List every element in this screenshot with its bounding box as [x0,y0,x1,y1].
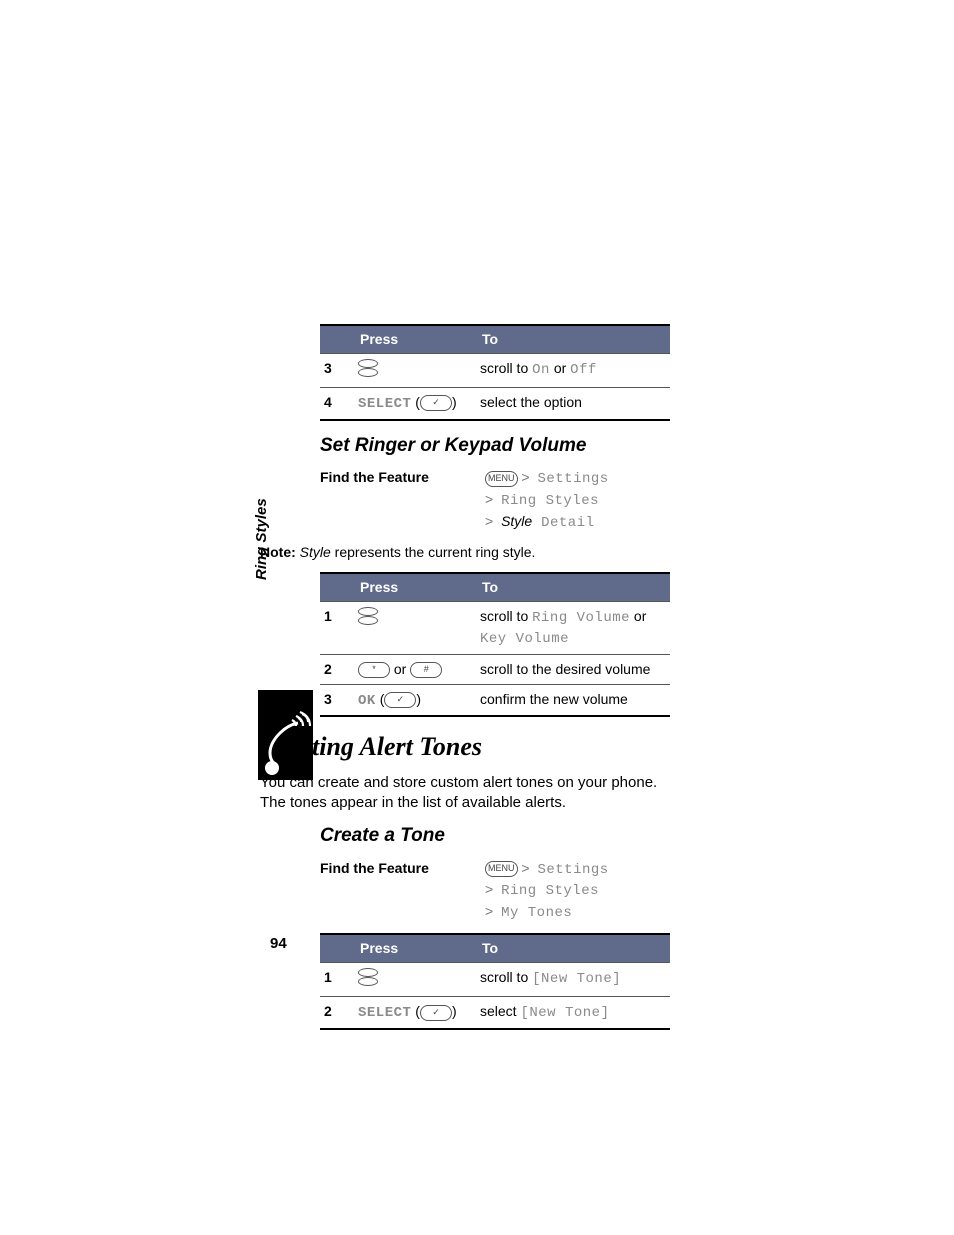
step-text: scroll to [480,360,532,376]
step-text: confirm the new volume [476,684,670,716]
scroll-icon [358,359,376,377]
ui-text: On [532,362,550,378]
step-text: select the option [476,387,670,419]
find-the-feature: Find the Feature MENU > Settings > Ring … [320,859,670,924]
steps-table-1: Press To 3 scroll to On or Off 4 SELECT [320,324,670,421]
find-the-feature: Find the Feature MENU > Settings > Ring … [320,468,670,533]
table-row: 4 SELECT (✓) select the option [320,387,670,419]
col-to: To [476,325,670,353]
table-row: 3 scroll to On or Off [320,353,670,387]
scroll-icon [358,607,376,625]
table-row: 3 OK (✓) confirm the new volume [320,684,670,716]
ui-text: [New Tone] [520,1005,609,1021]
col-press: Press [354,934,476,962]
col-to: To [476,934,670,962]
ui-text: Ring Volume [532,610,630,626]
softkey-icon: ✓ [420,1005,452,1021]
ui-text: Ring Styles [501,883,599,899]
style-placeholder: Style [501,513,532,529]
note-paragraph: Note: Style represents the current ring … [320,543,670,562]
ui-text: Off [570,362,597,378]
menu-key-icon: MENU [485,471,518,487]
ui-text: Ring Styles [501,493,599,509]
find-the-feature-label: Find the Feature [320,468,485,533]
side-tab-label: Ring Styles [253,498,270,580]
section-heading: Creating Alert Tones [260,729,670,764]
col-press: Press [354,573,476,601]
subsection-heading: Set Ringer or Keypad Volume [320,433,670,459]
softkey-icon: ✓ [384,692,416,708]
ui-text: Detail [532,515,594,531]
menu-key-icon: MENU [485,861,518,877]
col-to: To [476,573,670,601]
star-key-icon: * [358,662,390,678]
softkey-icon: ✓ [420,395,452,411]
table-row: 1 scroll to [New Tone] [320,963,670,997]
select-key-label: SELECT [358,396,411,412]
find-the-feature-label: Find the Feature [320,859,485,924]
steps-table-2: Press To 1 scroll to Ring Volume or Key … [320,572,670,717]
step-text: select [480,1003,520,1019]
select-key-label: SELECT [358,1005,411,1021]
ui-text: My Tones [501,905,572,921]
subsection-heading: Create a Tone [320,823,670,849]
table-row: 2 * or # scroll to the desired volume [320,654,670,684]
hash-key-icon: # [410,662,442,678]
ui-text: Key Volume [480,631,569,647]
step-text: scroll to [480,608,532,624]
table-row: 1 scroll to Ring Volume or Key Volume [320,601,670,654]
step-text: scroll to [480,969,532,985]
col-press: Press [354,325,476,353]
scroll-icon [358,968,376,986]
ui-text: Settings [537,471,608,487]
page-number: 94 [270,935,287,952]
ui-text: Settings [537,862,608,878]
steps-table-3: Press To 1 scroll to [New Tone] 2 SELECT [320,933,670,1030]
body-text: You can create and store custom alert to… [260,773,670,814]
ok-key-label: OK [358,693,376,709]
ui-text: [New Tone] [532,971,621,987]
table-row: 2 SELECT (✓) select [New Tone] [320,997,670,1029]
step-text: scroll to the desired volume [476,654,670,684]
audio-feature-icon [258,690,313,780]
